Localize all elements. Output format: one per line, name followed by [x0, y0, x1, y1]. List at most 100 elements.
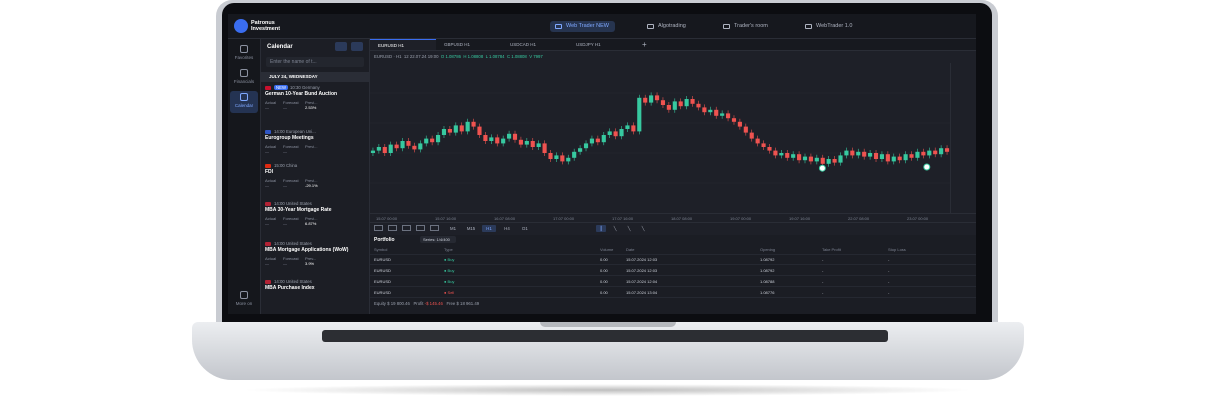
line-chart-icon[interactable]: ╲ — [624, 225, 634, 232]
event-values: Actual Forecast Prev... — —3.9% — [265, 256, 367, 268]
portfolio-series-select[interactable]: Series: 1/4/400 — [420, 236, 456, 243]
candle-body — [684, 99, 689, 107]
chart-tabs: EURUSD H1 GBPUSD H1 USDCAD H1 USDJPY H1 … — [370, 39, 976, 51]
tab-web-trader[interactable]: Web Trader NEW — [550, 21, 615, 32]
calendar-search-input[interactable]: Enter the name of t... — [266, 57, 364, 67]
table-cell: 1.08776 — [760, 290, 775, 295]
time-tick-label: 15.07 00:00 — [376, 216, 398, 221]
table-row[interactable]: EURUSD ● Sell 0.00 15.07.2024 13:04 1.08776 -… — [370, 288, 976, 298]
timeframe-button[interactable]: M15 — [464, 225, 478, 232]
column-header[interactable]: Stop Loss — [888, 245, 906, 254]
candle-body — [430, 138, 435, 143]
calendar-date-header: JULY 24, WEDNESDAY — [261, 72, 369, 82]
calendar-event[interactable]: 14:00 United States MBA Mortgage Applicat… — [265, 241, 367, 268]
candle-body — [666, 105, 671, 110]
bars-icon[interactable]: ╲ — [610, 225, 620, 232]
column-header[interactable]: Take Profit — [822, 245, 841, 254]
rail-favorites[interactable]: Favorites — [230, 43, 258, 65]
candle-body — [708, 109, 713, 113]
trade-marker-icon[interactable] — [923, 163, 931, 171]
table-header: Symbol Type Volume Date Opening Take Profit St… — [370, 245, 976, 255]
chart-tab-gbpusd[interactable]: GBPUSD H1 — [436, 39, 502, 50]
candle-body — [542, 143, 547, 153]
time-tick-label: 23.07 00:00 — [907, 216, 929, 221]
chart-tab-eurusd[interactable]: EURUSD H1 — [370, 39, 436, 50]
table-row[interactable]: EURUSD ● Buy 0.00 15.07.2024 12:04 1.08788 - - — [370, 277, 976, 287]
column-header[interactable]: Opening — [760, 245, 775, 254]
candle-body — [631, 125, 636, 132]
calendar-title: Calendar — [267, 44, 293, 50]
candle-body — [643, 97, 648, 103]
candle-body — [743, 126, 748, 133]
candle-body — [495, 137, 500, 144]
candle-body — [844, 150, 849, 156]
calendar-event[interactable]: 14:00 United States MBA Purchase Index — [265, 279, 367, 291]
fib-icon[interactable] — [402, 225, 411, 231]
shape-icon[interactable] — [416, 225, 425, 231]
line-icon[interactable] — [388, 225, 397, 231]
candle-body — [720, 113, 725, 116]
candle-body — [749, 132, 754, 139]
crosshair-icon[interactable] — [374, 225, 383, 231]
column-header[interactable]: Volume — [600, 245, 613, 254]
candlestick-chart[interactable] — [370, 63, 950, 213]
search-icon — [240, 69, 248, 77]
text-icon[interactable] — [430, 225, 439, 231]
ohlc-close: C 1.08808 — [506, 54, 527, 59]
table-cell: EURUSD — [374, 290, 391, 295]
table-cell: 1.08792 — [760, 257, 775, 262]
calendar-event[interactable]: NEW 10:30 Germany German 10-Year Bund Auct… — [265, 85, 367, 112]
candle-body — [554, 155, 559, 159]
calendar-event[interactable]: 14:00 United States MBA 30-Year Mortgage … — [265, 201, 367, 228]
column-header[interactable]: Date — [626, 245, 634, 254]
candle-body — [489, 137, 494, 141]
column-header[interactable]: Symbol — [374, 245, 387, 254]
add-tab-button[interactable]: + — [642, 39, 647, 50]
table-cell: - — [822, 279, 824, 284]
portfolio-title: Portfolio — [374, 237, 395, 243]
calendar-view-button[interactable] — [335, 42, 347, 51]
monitor-icon — [555, 24, 562, 29]
filter-button[interactable] — [351, 42, 363, 51]
time-tick-label: 19.07 00:00 — [730, 216, 752, 221]
candle-body — [826, 159, 831, 164]
tab-webtrader-1[interactable]: WebTrader 1.0 — [800, 21, 858, 32]
table-cell: 15.07.2024 12:03 — [626, 268, 658, 273]
candle-body — [731, 118, 737, 122]
table-row[interactable]: EURUSD ● Buy 0.00 15.07.2024 12:03 1.08792 - - — [370, 266, 976, 276]
rail-more[interactable]: More on — [230, 289, 258, 311]
candle-body — [400, 141, 405, 149]
calendar-event[interactable]: 14:00 European Uni... Eurogroup Meetings A… — [265, 129, 367, 156]
timeframe-button[interactable]: H4 — [500, 225, 514, 232]
trade-marker-icon[interactable] — [818, 164, 826, 172]
candle-body — [566, 157, 571, 162]
area-chart-icon[interactable]: ╲ — [638, 225, 648, 232]
event-column-value: — — [265, 183, 269, 188]
candle-body — [773, 150, 778, 156]
ohlc-symbol: EURUSD · H1 — [374, 54, 402, 59]
candle-body — [619, 129, 624, 137]
column-header[interactable]: Type — [444, 245, 453, 254]
timeframe-button[interactable]: D1 — [518, 225, 532, 232]
table-row[interactable]: EURUSD ● Buy 0.00 15.07.2024 12:03 1.08792 - - — [370, 255, 976, 265]
chart-tab-usdjpy[interactable]: USDJPY H1 — [568, 39, 634, 50]
calendar-event[interactable]: 15:00 China FDI Actual Forecast Previ... — — -2… — [265, 163, 367, 190]
logo-icon — [234, 19, 248, 33]
candle-body — [459, 125, 464, 132]
table-cell: - — [822, 290, 824, 295]
tab-traders-room[interactable]: Trader's room — [718, 21, 774, 32]
rail-calendar[interactable]: Calendar — [230, 91, 258, 113]
candles-icon[interactable]: ┃ — [596, 225, 606, 232]
candle-body — [412, 145, 417, 150]
price-axis — [950, 63, 976, 213]
timeframe-button[interactable]: M1 — [446, 225, 460, 232]
candle-body — [832, 159, 837, 163]
event-name: FDI — [265, 169, 274, 175]
chart-tab-usdcad[interactable]: USDCAD H1 — [502, 39, 568, 50]
candle-body — [714, 109, 719, 116]
table-cell: - — [822, 268, 824, 273]
event-values: Actual Forecast Previ... — —6.87% — [265, 216, 367, 228]
rail-financials[interactable]: Financials — [230, 67, 258, 89]
tab-algotrading[interactable]: Algotrading — [642, 21, 692, 32]
timeframe-button[interactable]: H1 — [482, 225, 496, 232]
